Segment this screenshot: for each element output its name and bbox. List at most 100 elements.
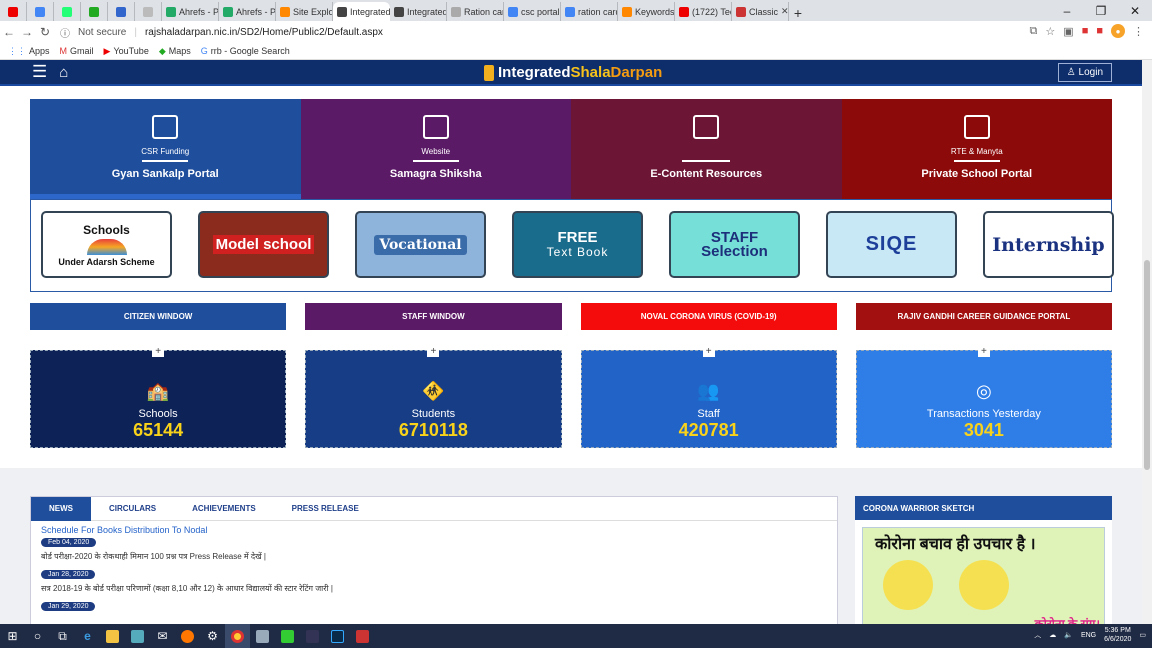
bookmark-maps[interactable]: ◆ Maps [159, 46, 191, 57]
minimize-icon[interactable]: – [1050, 0, 1084, 21]
extension-icon[interactable]: ▣ [1063, 25, 1073, 38]
forward-icon[interactable]: → [18, 25, 36, 39]
expand-icon[interactable]: + [152, 346, 165, 357]
bookmark-apps[interactable]: ⋮⋮ Apps [8, 46, 50, 57]
tile-private-school[interactable]: RTE & Manyta Private School Portal [841, 99, 1112, 199]
restore-icon[interactable]: ❐ [1084, 0, 1118, 21]
url-field[interactable]: ⓘ Not secure | rajshaladarpan.nic.in/SD2… [60, 25, 383, 40]
browser-tab[interactable]: Ahrefs - Pro✕ [162, 2, 219, 21]
stat-schools[interactable]: + 🏫 Schools 65144 [30, 346, 287, 448]
login-button[interactable]: ♙ Login [1057, 63, 1112, 82]
chrome-icon[interactable] [225, 624, 250, 648]
news-item[interactable]: बोर्ड परीक्षा-2020 के रोकथाही मिमान 100 … [41, 551, 827, 562]
tile-gyan-sankalp[interactable]: CSR Funding Gyan Sankalp Portal [30, 99, 301, 199]
students-icon: 🚸 [422, 381, 445, 401]
stat-students[interactable]: + 🚸 Students 6710118 [305, 346, 562, 448]
browser-tab[interactable]: Integrated S✕ [390, 2, 447, 21]
info-icon[interactable]: ⓘ [60, 25, 70, 40]
browser-tab[interactable]: Site Explorer✕ [276, 2, 333, 21]
banner-adarsh-schools[interactable]: Schools Under Adarsh Scheme [41, 211, 172, 278]
camtasia-icon[interactable] [275, 624, 300, 648]
expand-icon[interactable]: + [702, 346, 715, 357]
profile-avatar[interactable]: ● [1111, 24, 1125, 38]
stat-transactions[interactable]: + ◎ Transactions Yesterday 3041 [855, 346, 1112, 448]
staff-window-button[interactable]: STAFF WINDOW [305, 303, 562, 330]
bookmark-rrb[interactable]: Grrb - Google Search [201, 46, 290, 56]
chat-icon[interactable] [250, 624, 275, 648]
news-link[interactable]: Schedule For Books Distribution To Nodal [41, 525, 827, 535]
photoshop-icon[interactable] [325, 624, 350, 648]
tab-close-icon[interactable]: ✕ [781, 6, 788, 17]
browser-tab[interactable]: csc portal -✕ [504, 2, 561, 21]
clock[interactable]: 5:36 PM 6/6/2020 [1104, 626, 1131, 644]
extension-red-icon[interactable]: ■ [1082, 25, 1089, 37]
search-icon[interactable]: ○ [25, 624, 50, 648]
banner-model-school[interactable]: Model school [198, 211, 329, 278]
file-explorer-icon[interactable] [100, 624, 125, 648]
browser-tab[interactable]: (1722) Tech✕ [675, 2, 732, 21]
extension-red2-icon[interactable]: ■ [1096, 25, 1103, 37]
career-guidance-button[interactable]: RAJIV GANDHI CAREER GUIDANCE PORTAL [855, 303, 1112, 330]
bookmark-gmail[interactable]: M Gmail [60, 46, 94, 56]
tile-e-content[interactable]: E-Content Resources [571, 99, 842, 199]
star-icon[interactable]: ☆ [1045, 25, 1055, 38]
menu-dots-icon[interactable]: ⋮ [1133, 25, 1144, 38]
store-icon[interactable] [125, 624, 150, 648]
edge-icon[interactable]: e [75, 624, 100, 648]
news-date: Jan 29, 2020 [41, 602, 96, 611]
browser-tab[interactable] [108, 2, 135, 21]
volume-icon[interactable]: 🔈 [1064, 631, 1073, 639]
browser-tab[interactable] [27, 2, 54, 21]
tile-samagra-shiksha[interactable]: Website Samagra Shiksha [300, 99, 571, 199]
browser-tab[interactable]: Integrated S✕ [333, 2, 390, 21]
site-brand[interactable]: Integrated Shala Darpan [484, 64, 662, 81]
news-item[interactable]: सत्र 2018-19 के बोर्ड परीक्षा परिणामों (… [41, 583, 827, 594]
tab-press-release[interactable]: PRESS RELEASE [274, 497, 377, 521]
favicon-icon [8, 6, 18, 17]
tab-achievements[interactable]: ACHIEVEMENTS [174, 497, 274, 521]
covid-button[interactable]: NOVAL CORONA VIRUS (COVID-19) [580, 303, 837, 330]
new-tab-button[interactable]: + [789, 5, 807, 21]
browser-tab[interactable] [0, 2, 27, 21]
bookmark-youtube[interactable]: ▶ YouTube [104, 46, 149, 57]
banner-internship[interactable]: Internship [983, 211, 1114, 278]
settings-icon[interactable]: ⚙ [200, 624, 225, 648]
task-view-icon[interactable]: ⧉ [50, 624, 75, 648]
banner-siqe[interactable]: SIQE [826, 211, 957, 278]
reload-icon[interactable]: ↻ [36, 25, 54, 39]
mail-icon[interactable]: ✉ [150, 624, 175, 648]
browser-tab[interactable]: Ration card✕ [447, 2, 504, 21]
expand-icon[interactable]: + [427, 346, 440, 357]
firefox-icon[interactable] [175, 624, 200, 648]
banner-vocational[interactable]: Vocational [355, 211, 486, 278]
browser-tab[interactable] [54, 2, 81, 21]
browser-tab[interactable]: Classic ✕ [732, 2, 789, 21]
back-icon[interactable]: ← [0, 25, 18, 39]
browser-tab[interactable]: ration card✕ [561, 2, 618, 21]
windows-start-icon[interactable]: ⊞ [0, 624, 25, 648]
hamburger-icon[interactable]: ☰ [32, 62, 47, 82]
translate-icon[interactable]: ⧉ [1030, 25, 1038, 38]
browser-tab[interactable]: Ahrefs - Pro✕ [219, 2, 276, 21]
tab-news[interactable]: NEWS [31, 496, 91, 521]
home-icon[interactable]: ⌂ [59, 64, 68, 81]
language-label[interactable]: ENG [1081, 632, 1096, 639]
expand-icon[interactable]: + [977, 346, 990, 357]
browser-tab[interactable] [81, 2, 108, 21]
banner-free-textbook[interactable]: FREE Text Book [512, 211, 643, 278]
banner-staff-selection[interactable]: STAFF Selection [669, 211, 800, 278]
app-icon[interactable] [350, 624, 375, 648]
citizen-window-button[interactable]: CITIZEN WINDOW [30, 303, 287, 330]
corona-sketch-image[interactable]: कोरोना बचाव ही उपचार है । कोरोना के संग। [862, 527, 1105, 624]
page-scrollbar[interactable] [1142, 60, 1152, 624]
media-icon[interactable] [300, 624, 325, 648]
scrollbar-thumb[interactable] [1144, 260, 1150, 470]
close-icon[interactable]: ✕ [1118, 0, 1152, 21]
stat-staff[interactable]: + 👥 Staff 420781 [580, 346, 837, 448]
tray-arrow-icon[interactable]: ︿ [1034, 630, 1041, 640]
tab-circulars[interactable]: CIRCULARS [91, 497, 174, 521]
browser-tab[interactable]: Keywords Ev✕ [618, 2, 675, 21]
browser-tab[interactable] [135, 2, 162, 21]
notification-icon[interactable]: ▭ [1139, 631, 1146, 639]
network-icon[interactable]: ☁ [1049, 631, 1056, 639]
